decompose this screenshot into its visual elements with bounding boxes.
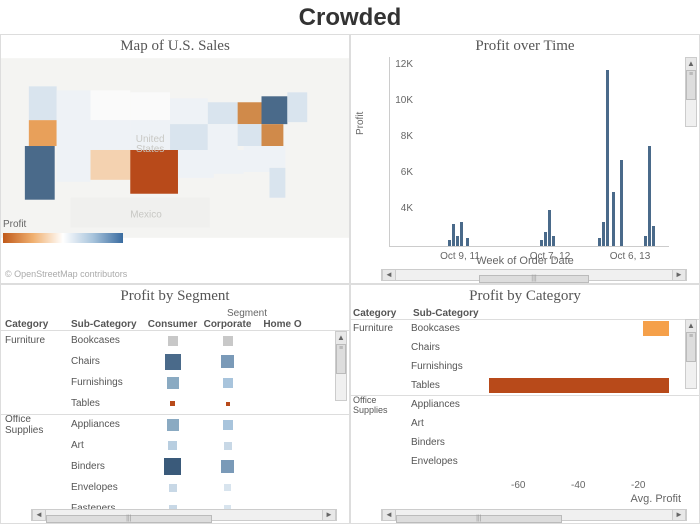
table-row[interactable]: Furnishings	[1, 372, 349, 393]
col-home[interactable]: Home O	[255, 319, 310, 330]
cat-label: Office Supplies	[1, 414, 71, 436]
cat-label: Furniture	[1, 335, 71, 346]
sub-label: Bookcases	[71, 335, 145, 346]
panel-profit-over-time: Profit over Time Profit 12K 10K 8K 6K 4K	[350, 34, 700, 284]
sub-label: Binders	[411, 437, 489, 448]
svg-text:Mexico: Mexico	[130, 210, 162, 221]
col-subcategory[interactable]: Sub-Category	[413, 308, 491, 319]
scroll-thumb[interactable]: |||	[396, 515, 562, 523]
profit-category-title: Profit by Category	[351, 285, 699, 308]
profit-time-xlabel: Week of Order Date	[351, 255, 699, 267]
dashboard-title: Crowded	[0, 0, 700, 34]
table-row[interactable]: Furnishings	[351, 357, 699, 376]
scroll-left-icon[interactable]: ◄	[32, 510, 46, 520]
vertical-scrollbar[interactable]: ▲ ≡	[335, 331, 347, 401]
table-row[interactable]: Binders	[1, 456, 349, 477]
cat-label: OfficeSupplies	[351, 395, 411, 415]
table-row[interactable]: Furniture Bookcases	[351, 319, 699, 338]
sub-label: Art	[411, 418, 489, 429]
sub-label: Binders	[71, 461, 145, 472]
cat-label: Furniture	[351, 323, 411, 334]
table-row[interactable]: Art	[1, 435, 349, 456]
table-row[interactable]: Tables	[351, 376, 699, 395]
vertical-scrollbar[interactable]: ▲ ≡	[685, 319, 697, 389]
map-title: Map of U.S. Sales	[1, 35, 349, 58]
col-corporate[interactable]: Corporate	[200, 319, 255, 330]
dashboard-grid: Map of U.S. Sales	[0, 34, 700, 524]
scroll-left-icon[interactable]: ◄	[382, 270, 396, 280]
sub-label: Chairs	[411, 342, 489, 353]
sub-label: Bookcases	[411, 323, 489, 334]
table-row[interactable]: Envelopes	[1, 477, 349, 498]
sub-label: Furnishings	[71, 377, 145, 388]
sub-label: Furnishings	[411, 361, 489, 372]
scroll-thumb[interactable]: ≡	[686, 70, 696, 100]
horizontal-scrollbar[interactable]: ◄ ||| ►	[381, 509, 687, 521]
category-body: Furniture Bookcases Chairs Furnishings T…	[351, 319, 699, 471]
table-row[interactable]: Envelopes	[351, 452, 699, 471]
table-row[interactable]: Chairs	[1, 351, 349, 372]
table-row[interactable]: Tables	[1, 393, 349, 414]
horizontal-scrollbar[interactable]: ◄ ||| ►	[31, 509, 337, 521]
map-area[interactable]: United States Mexico	[1, 58, 349, 238]
horizontal-scrollbar[interactable]: ◄ ||| ►	[381, 269, 687, 281]
map-attribution: © OpenStreetMap contributors	[5, 269, 127, 279]
map-legend-bar[interactable]	[3, 233, 123, 243]
sub-label: Art	[71, 440, 145, 451]
table-row[interactable]: Office Supplies Appliances	[1, 414, 349, 435]
xtick: -20	[631, 480, 645, 491]
profit-time-chart[interactable]: Oct 9, 11 Oct 7, 12 Oct 6, 13	[389, 57, 669, 247]
profit-segment-title: Profit by Segment	[1, 285, 349, 308]
segment-body: Furniture Bookcases Chairs Furnishings	[1, 330, 349, 519]
table-row[interactable]: Binders	[351, 433, 699, 452]
sub-label: Tables	[71, 398, 145, 409]
scroll-left-icon[interactable]: ◄	[382, 510, 396, 520]
us-map-svg: United States Mexico	[1, 58, 349, 238]
segment-group-header: Segment	[145, 308, 349, 319]
table-row[interactable]: OfficeSupplies Appliances	[351, 395, 699, 414]
sub-label: Appliances	[71, 419, 145, 430]
svg-text:States: States	[136, 144, 164, 155]
scroll-right-icon[interactable]: ►	[672, 510, 686, 520]
sub-label: Envelopes	[71, 482, 145, 493]
panel-profit-by-category: Profit by Category Category Sub-Category…	[350, 284, 700, 524]
xtick: -40	[571, 480, 585, 491]
scroll-up-icon[interactable]: ▲	[336, 332, 346, 344]
scroll-thumb[interactable]: |||	[479, 275, 589, 283]
category-header-row: Category Sub-Category	[351, 308, 699, 319]
scroll-up-icon[interactable]: ▲	[686, 58, 696, 70]
panel-map: Map of U.S. Sales	[0, 34, 350, 284]
table-row[interactable]: Chairs	[351, 338, 699, 357]
segment-header-row: Category Sub-Category Consumer Corporate…	[1, 319, 349, 330]
table-row[interactable]: Art	[351, 414, 699, 433]
sub-label: Appliances	[411, 399, 489, 410]
sub-label: Envelopes	[411, 456, 489, 467]
scroll-thumb[interactable]: |||	[46, 515, 212, 523]
sub-label: Chairs	[71, 356, 145, 367]
profit-time-title: Profit over Time	[351, 35, 699, 58]
col-consumer[interactable]: Consumer	[145, 319, 200, 330]
sub-label: Tables	[411, 380, 489, 391]
col-category[interactable]: Category	[1, 319, 71, 330]
table-row[interactable]: Furniture Bookcases	[1, 330, 349, 351]
xtick: -60	[511, 480, 525, 491]
col-subcategory[interactable]: Sub-Category	[71, 319, 145, 330]
profit-category-xlabel: Avg. Profit	[630, 493, 681, 505]
panel-profit-by-segment: Profit by Segment Segment Category Sub-C…	[0, 284, 350, 524]
scroll-thumb[interactable]: ≡	[686, 332, 696, 362]
scroll-thumb[interactable]: ≡	[336, 344, 346, 374]
map-legend-label: Profit	[3, 219, 26, 230]
scroll-right-icon[interactable]: ►	[322, 510, 336, 520]
scroll-up-icon[interactable]: ▲	[686, 320, 696, 332]
col-category[interactable]: Category	[353, 308, 413, 319]
vertical-scrollbar[interactable]: ▲ ≡	[685, 57, 697, 127]
profit-time-ylabel: Profit	[355, 112, 366, 135]
scroll-right-icon[interactable]: ►	[672, 270, 686, 280]
